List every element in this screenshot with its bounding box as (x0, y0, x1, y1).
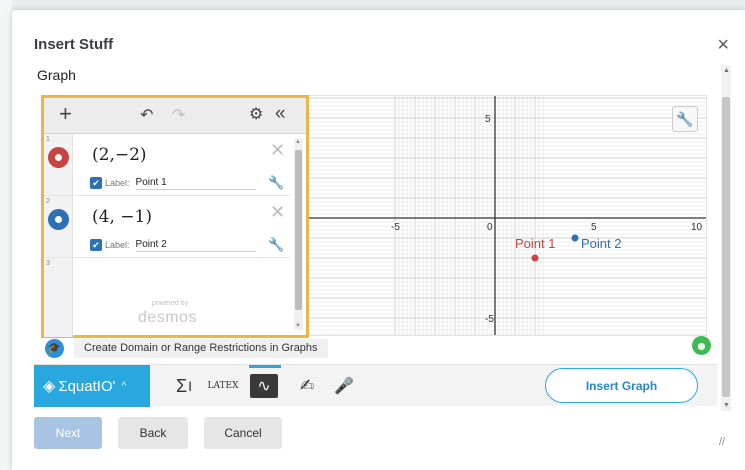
gear-icon[interactable]: ⚙ (249, 107, 263, 123)
equatio-logo-icon: ◈ (43, 378, 56, 395)
caret-up-icon: ^ (121, 380, 127, 392)
cursor-glyph: I (188, 378, 193, 394)
label-checkbox[interactable]: ✔ (90, 239, 102, 251)
label-caption: Label: (105, 178, 130, 188)
x-tick-label: 0 (487, 222, 493, 233)
cancel-button[interactable]: Cancel (204, 417, 282, 449)
label-row: ✔ Label: Point 1 (90, 175, 256, 191)
expression-index: 1 (46, 136, 50, 143)
x-tick-label: -5 (391, 222, 400, 233)
desmos-logo: desmos (138, 309, 198, 326)
expression-panel: + ↶ ↷ ⚙ « 1 (2,−2) ✕ ✔ Label: Point 1 🔧 … (41, 95, 309, 338)
graph-point[interactable] (571, 234, 579, 242)
expression-wrench-icon[interactable]: 🔧 (268, 175, 284, 191)
label-input[interactable]: Point 1 (135, 177, 256, 190)
expression-item-empty[interactable]: 3 powered by desmos (44, 258, 290, 337)
graph-section-label: Graph (37, 67, 76, 83)
active-tool-underline (249, 365, 281, 368)
equatio-menu-button[interactable]: ◈ ƩquatIO' ^ (34, 365, 150, 407)
sigma-glyph: Σ (175, 375, 188, 396)
dialog-scrollbar[interactable]: ▲ ▼ (721, 65, 731, 411)
scrollbar-thumb[interactable] (722, 97, 730, 397)
close-icon[interactable]: × (717, 35, 729, 55)
back-button[interactable]: Back (118, 417, 188, 449)
graph-point-label: Point 2 (581, 236, 621, 251)
expression-scrollbar[interactable]: ▲ ▼ (294, 138, 303, 330)
dialog-title: Insert Stuff (34, 36, 114, 53)
delete-expression-icon[interactable]: ✕ (270, 202, 285, 223)
equatio-logo-text: ƩquatIO' (58, 377, 116, 395)
insert-graph-button[interactable]: Insert Graph (545, 368, 698, 403)
scroll-up-icon[interactable]: ▲ (295, 139, 301, 145)
expression-index: 3 (46, 260, 50, 267)
expression-index: 2 (46, 198, 50, 205)
equatio-toolbar: ◈ ƩquatIO' ^ ΣI LATEX ∿ ✍ 🎤 Insert Graph (34, 364, 717, 407)
x-tick-label: 10 (691, 222, 703, 233)
expression-item-2[interactable]: 2 (4, −1) ✕ ✔ Label: Point 2 🔧 (44, 196, 290, 258)
expression-gutter: 2 (44, 196, 73, 257)
collapse-panel-icon[interactable]: « (275, 104, 286, 123)
powered-by-text: powered by (151, 300, 189, 307)
y-tick-label: 5 (485, 114, 491, 125)
x-tick-label: 5 (591, 222, 597, 233)
expression-list: 1 (2,−2) ✕ ✔ Label: Point 1 🔧 2 (4, −1) … (44, 134, 290, 338)
next-button[interactable]: Next (34, 417, 102, 449)
y-tick-label: -5 (485, 314, 494, 325)
expression-gutter: 1 (44, 134, 73, 195)
graph-point-label: Point 1 (515, 236, 555, 251)
expression-math[interactable]: (4, −1) (92, 207, 152, 227)
graduation-cap-icon[interactable]: 🎓 (45, 339, 64, 358)
graph-editor-icon[interactable]: ∿ (250, 374, 278, 398)
math-editor-sigma-icon[interactable]: ΣI (171, 374, 197, 398)
point-color-icon[interactable] (48, 147, 69, 168)
scrollbar-thumb[interactable] (295, 150, 302, 310)
label-caption: Label: (105, 240, 130, 250)
graph-point[interactable] (531, 254, 539, 262)
scroll-up-icon[interactable]: ▲ (723, 67, 730, 74)
smiley-icon[interactable]: ☻ (692, 336, 711, 355)
graph-settings-wrench-icon[interactable]: 🔧 (672, 106, 698, 132)
redo-icon[interactable]: ↷ (172, 108, 185, 124)
label-row: ✔ Label: Point 2 (90, 237, 256, 253)
handwriting-icon[interactable]: ✍ (294, 374, 320, 398)
scroll-down-icon[interactable]: ▼ (723, 402, 730, 409)
speech-input-icon[interactable]: 🎤 (332, 374, 356, 398)
point-color-icon[interactable] (48, 209, 69, 230)
label-input[interactable]: Point 2 (135, 239, 256, 252)
delete-expression-icon[interactable]: ✕ (270, 140, 285, 161)
undo-icon[interactable]: ↶ (140, 108, 153, 124)
expression-toolbar: + ↶ ↷ ⚙ « (44, 98, 306, 134)
expression-gutter: 3 (44, 258, 73, 337)
add-expression-icon[interactable]: + (59, 103, 72, 125)
label-checkbox[interactable]: ✔ (90, 177, 102, 189)
scroll-down-icon[interactable]: ▼ (295, 323, 301, 329)
help-hint[interactable]: Create Domain or Range Restrictions in G… (74, 339, 328, 358)
latex-editor-icon[interactable]: LATEX (208, 374, 239, 398)
background-page-strip (0, 0, 12, 470)
resize-handle-icon[interactable]: // (719, 436, 725, 448)
expression-math[interactable]: (2,−2) (92, 145, 147, 165)
expression-item-1[interactable]: 1 (2,−2) ✕ ✔ Label: Point 1 🔧 (44, 134, 290, 196)
expression-wrench-icon[interactable]: 🔧 (268, 237, 284, 253)
